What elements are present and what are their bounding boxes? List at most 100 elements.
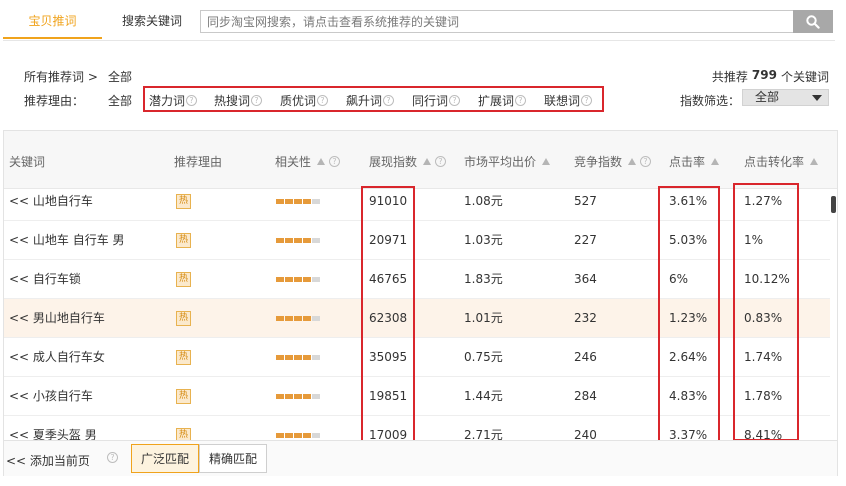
hot-badge-icon: 热 — [176, 233, 191, 248]
col-relevance[interactable]: 相关性? — [275, 153, 341, 170]
col-avg-bid-label: 市场平均出价 — [464, 155, 537, 169]
search-icon — [806, 14, 820, 29]
scrollbar-thumb[interactable] — [831, 196, 836, 213]
reason-extend[interactable]: 扩展词? — [478, 92, 527, 109]
search-button[interactable] — [793, 10, 833, 33]
hot-badge-icon: 热 — [176, 389, 191, 404]
sort-up-icon[interactable] — [423, 158, 432, 165]
reason-rising[interactable]: 飙升词? — [346, 92, 395, 109]
relevance-bar — [276, 238, 320, 243]
reason-all[interactable]: 全部 — [108, 92, 132, 109]
reason-hot[interactable]: 热搜词? — [214, 92, 263, 109]
help-icon[interactable]: ? — [581, 95, 593, 106]
sort-up-icon[interactable] — [542, 158, 551, 165]
sort-up-icon[interactable] — [711, 158, 720, 165]
col-cvr[interactable]: 点击转化率 — [744, 153, 819, 170]
help-icon[interactable]: ? — [435, 156, 447, 167]
help-icon[interactable]: ? — [383, 95, 395, 106]
col-relevance-label: 相关性 — [275, 155, 312, 169]
col-reason-label: 推荐理由 — [174, 155, 223, 169]
avg-bid-cell: 1.44元 — [464, 389, 503, 403]
tab-item-recommend[interactable]: 宝贝推词 — [3, 6, 102, 39]
col-competition[interactable]: 竞争指数? — [574, 153, 652, 170]
keyword-cell[interactable]: << 男山地自行车 — [9, 299, 105, 338]
reason-label-peer: 同行词 — [412, 94, 449, 108]
index-filter-select[interactable]: 全部 — [742, 89, 829, 106]
breadcrumb[interactable]: 所有推荐词 > — [24, 68, 98, 85]
reason-label-assoc: 联想词 — [544, 94, 581, 108]
exact-match-button[interactable]: 精确匹配 — [199, 444, 267, 473]
help-icon[interactable]: ? — [107, 452, 118, 463]
reason-quality[interactable]: 质优词? — [280, 92, 329, 109]
keyword-cell[interactable]: << 小孩自行车 — [9, 377, 93, 416]
broad-match-button[interactable]: 广泛匹配 — [131, 444, 199, 473]
total-recommend: 共推荐 799 个关键词 — [712, 68, 829, 85]
avg-bid-cell: 2.71元 — [464, 428, 503, 440]
impressions-highlight-box — [361, 186, 415, 448]
competition-cell: 227 — [574, 233, 597, 247]
keyword-cell[interactable]: << 山地自行车 — [9, 182, 93, 221]
reason-label: 推荐理由： — [24, 94, 85, 108]
tab-search-keywords[interactable]: 搜索关键词 — [110, 6, 194, 36]
col-ctr[interactable]: 点击率 — [669, 153, 720, 170]
col-impressions-label: 展现指数 — [369, 155, 418, 169]
col-competition-label: 竞争指数 — [574, 155, 623, 169]
help-icon[interactable]: ? — [317, 95, 329, 106]
col-reason: 推荐理由 — [174, 153, 222, 170]
sort-up-icon[interactable] — [628, 158, 637, 165]
help-icon[interactable]: ? — [329, 156, 341, 167]
relevance-bar — [276, 394, 320, 399]
reason-peer[interactable]: 同行词? — [412, 92, 461, 109]
tab-divider — [3, 40, 835, 41]
index-filter-label: 指数筛选： — [680, 94, 741, 108]
search-input[interactable] — [200, 10, 794, 33]
sort-up-icon[interactable] — [317, 158, 326, 165]
relevance-bar — [276, 433, 320, 438]
ctr-highlight-box — [658, 186, 720, 448]
add-current-page-link[interactable]: << 添加当前页 — [6, 452, 90, 469]
cvr-highlight-box — [733, 183, 799, 441]
col-impressions[interactable]: 展现指数? — [369, 153, 447, 170]
keyword-cell[interactable]: << 山地车 自行车 男 — [9, 221, 125, 260]
competition-cell: 246 — [574, 350, 597, 364]
hot-badge-icon: 热 — [176, 350, 191, 365]
avg-bid-cell: 1.01元 — [464, 311, 503, 325]
chevron-down-icon — [812, 95, 822, 101]
competition-cell: 527 — [574, 194, 597, 208]
relevance-bar — [276, 277, 320, 282]
col-ctr-label: 点击率 — [669, 155, 706, 169]
hot-badge-icon: 热 — [176, 428, 191, 440]
col-avg-bid[interactable]: 市场平均出价 — [464, 153, 551, 170]
keyword-cell[interactable]: << 成人自行车女 — [9, 338, 105, 377]
col-keyword-label: 关键词 — [9, 155, 46, 169]
help-icon[interactable]: ? — [186, 95, 198, 106]
keyword-cell[interactable]: << 夏季头盔 男 — [9, 416, 97, 440]
breadcrumb-current: 全部 — [108, 70, 133, 84]
relevance-bar — [276, 316, 320, 321]
sort-up-icon[interactable] — [810, 158, 819, 165]
competition-cell: 240 — [574, 428, 597, 440]
keyword-cell[interactable]: << 自行车锁 — [9, 260, 81, 299]
help-icon[interactable]: ? — [640, 156, 652, 167]
avg-bid-cell: 0.75元 — [464, 350, 503, 364]
top-bar: 宝贝推词 搜索关键词 — [0, 0, 846, 42]
hot-badge-icon: 热 — [176, 311, 191, 326]
help-icon[interactable]: ? — [251, 95, 263, 106]
total-prefix: 共推荐 — [711, 70, 748, 84]
reason-label-quality: 质优词 — [280, 94, 317, 108]
competition-cell: 284 — [574, 389, 597, 403]
col-cvr-label: 点击转化率 — [744, 155, 805, 169]
help-icon[interactable]: ? — [449, 95, 461, 106]
total-count: 799 — [751, 68, 777, 82]
help-icon[interactable]: ? — [515, 95, 527, 106]
bottom-bar — [4, 440, 837, 476]
relevance-bar — [276, 199, 320, 204]
col-keyword: 关键词 — [9, 153, 45, 170]
reason-potential[interactable]: 潜力词? — [149, 92, 198, 109]
reason-label-rising: 飙升词 — [346, 94, 383, 108]
reason-assoc[interactable]: 联想词? — [544, 92, 593, 109]
total-suffix: 个关键词 — [780, 70, 829, 84]
reason-label-hot: 热搜词 — [214, 94, 251, 108]
index-filter-value: 全部 — [755, 90, 780, 104]
competition-cell: 364 — [574, 272, 597, 286]
